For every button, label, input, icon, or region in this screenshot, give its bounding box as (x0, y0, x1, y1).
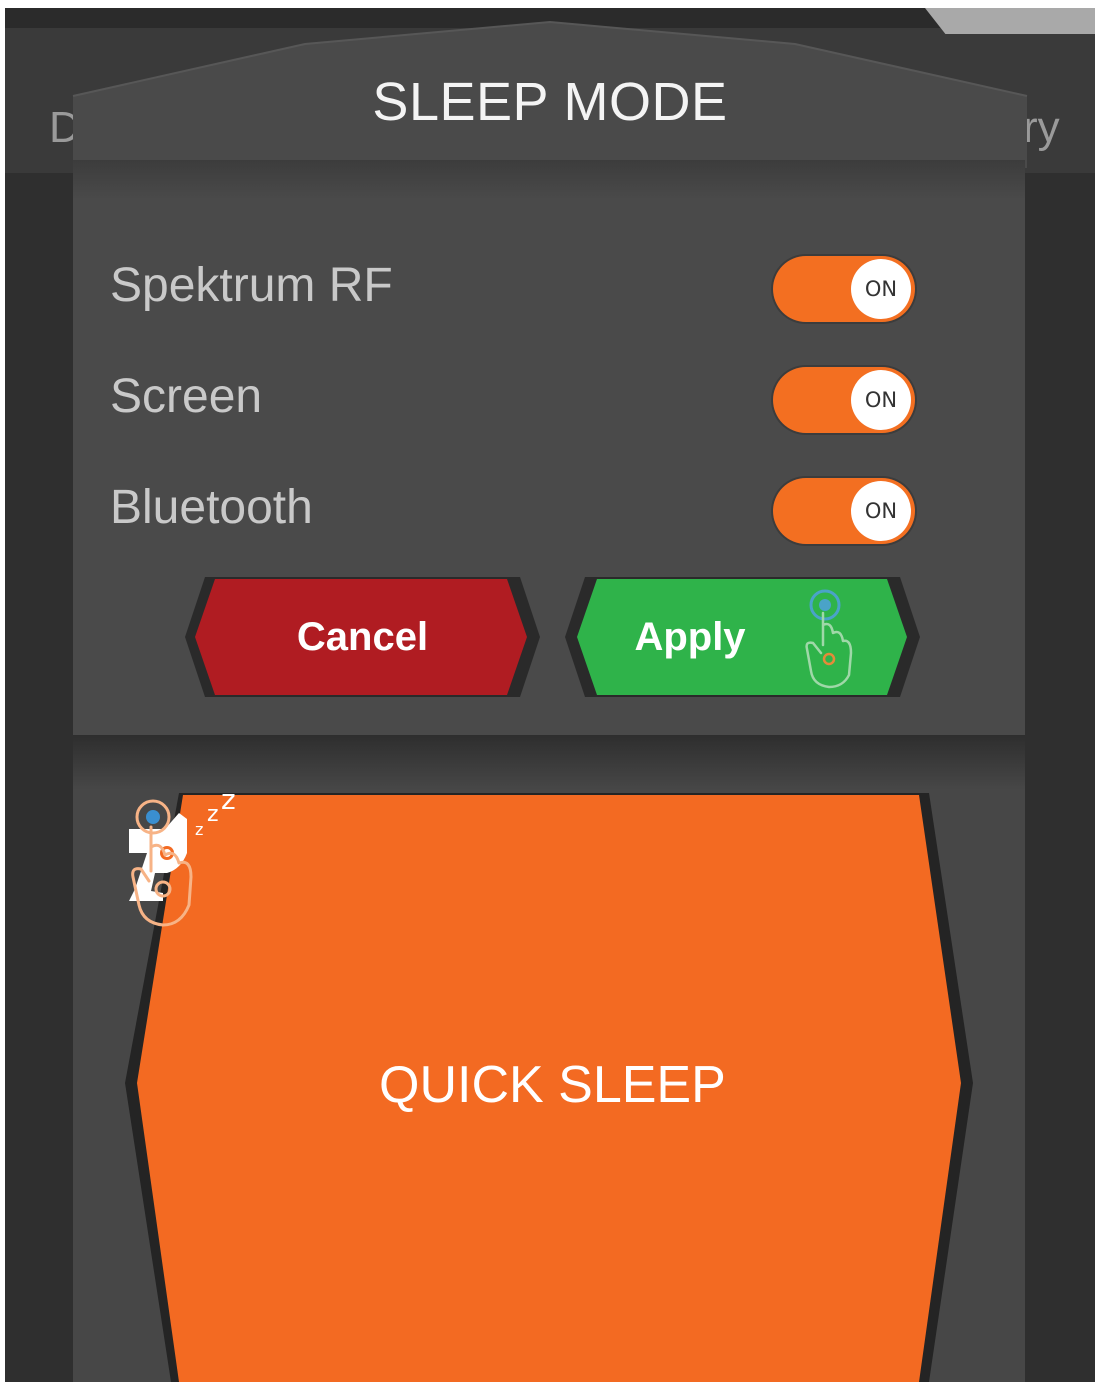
setting-label: Bluetooth (110, 481, 313, 534)
toggle-state-text: ON (851, 259, 911, 319)
toggle-state-text: ON (851, 370, 911, 430)
apply-button[interactable]: Apply (565, 575, 920, 699)
svg-text:z: z (221, 793, 236, 816)
setting-label: Screen (110, 370, 263, 423)
tap-hand-icon (131, 799, 193, 927)
cancel-button-label: Cancel (296, 615, 429, 659)
screen-toggle[interactable]: ON (773, 367, 915, 433)
setting-row-bluetooth: Bluetooth ON (73, 470, 1025, 550)
cancel-button[interactable]: Cancel (185, 575, 540, 699)
modal-header: SLEEP MODE (5, 18, 1095, 168)
quick-sleep-button[interactable]: z z z QUICK SLEEP (121, 793, 979, 1382)
modal-title: SLEEP MODE (372, 72, 728, 132)
quick-sleep-label: QUICK SLEEP (379, 1056, 726, 1114)
apply-button-label: Apply (634, 615, 746, 659)
setting-label: Spektrum RF (110, 259, 393, 312)
bluetooth-toggle[interactable]: ON (773, 478, 915, 544)
toggle-state-text: ON (851, 481, 911, 541)
background-left-column (5, 173, 73, 1382)
setting-row-screen: Screen ON (73, 359, 1025, 439)
tap-hand-icon (805, 589, 853, 689)
setting-row-spektrum-rf: Spektrum RF ON (73, 248, 1025, 328)
spektrum-rf-toggle[interactable]: ON (773, 256, 915, 322)
app-screen: D ry SLEEP MODE Spektrum RF ON Screen ON… (5, 8, 1095, 1382)
background-right-column (1025, 173, 1095, 1382)
